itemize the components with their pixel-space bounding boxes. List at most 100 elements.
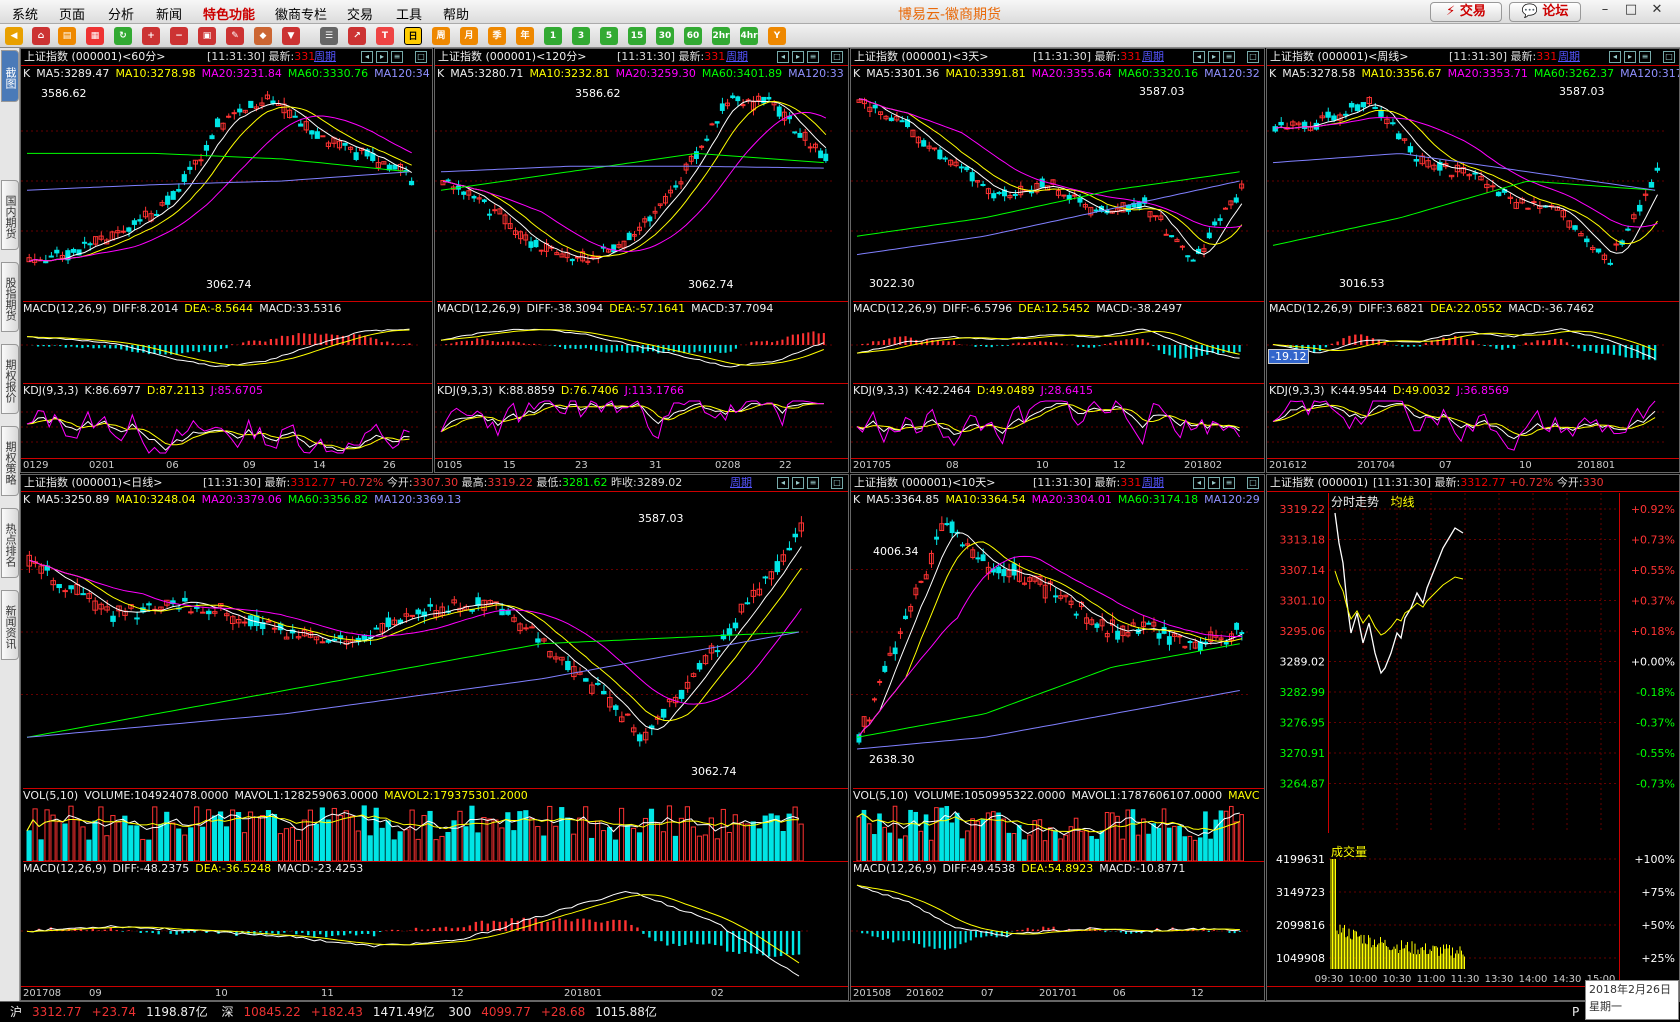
kdj-plot[interactable] (851, 397, 1251, 457)
sidebar-tab-screenshot[interactable]: 截图 (1, 50, 19, 102)
maximize-panel-icon[interactable]: □ (1247, 477, 1259, 489)
period-year-button[interactable]: 年 (516, 27, 534, 45)
pin-icon[interactable]: ▼ (282, 27, 300, 45)
kline-plot[interactable] (21, 81, 421, 281)
refresh-icon[interactable]: ↻ (114, 27, 132, 45)
macd-plot[interactable] (21, 315, 421, 375)
prev-window-icon[interactable]: ◂ (1609, 51, 1621, 63)
copy-window-icon[interactable]: ≡ (807, 477, 819, 489)
menu-help[interactable]: 帮助 (443, 4, 469, 23)
zoom-in-icon[interactable]: + (142, 27, 160, 45)
macd-plot[interactable] (851, 875, 1251, 987)
chart-panel-60min[interactable]: 上证指数 (000001)<60分> [11:31:30] 最新:331 周期 … (20, 48, 433, 473)
copy-window-icon[interactable]: ≡ (807, 51, 819, 63)
period-quarter-button[interactable]: 季 (488, 27, 506, 45)
period-link[interactable]: 周期 (314, 49, 336, 65)
macd-plot[interactable] (1267, 315, 1667, 375)
next-window-icon[interactable]: ▸ (792, 477, 804, 489)
chart-panel-weekly[interactable]: 上证指数 (000001)<周线> [11:31:30] 最新:331 周期 ◂… (1266, 48, 1680, 473)
menu-hs-column[interactable]: 徽商专栏 (275, 4, 327, 23)
maximize-panel-icon[interactable]: □ (1663, 51, 1675, 63)
table-icon[interactable]: ☰ (320, 27, 338, 45)
next-window-icon[interactable]: ▸ (1624, 51, 1636, 63)
period-2hr-button[interactable]: 2hr (712, 27, 730, 45)
book-icon[interactable]: ▤ (58, 27, 76, 45)
intraday-volume-plot[interactable]: 4199631 +100% 3149723 +75% 2099816 +50% 104990… (1267, 843, 1680, 983)
prev-window-icon[interactable]: ◂ (777, 477, 789, 489)
macd-plot[interactable] (435, 315, 835, 375)
chart-panel-intraday[interactable]: 上证指数 (000001) [11:31:30] 最新:3312.77 +0.7… (1266, 474, 1680, 1001)
menu-tools[interactable]: 工具 (396, 4, 422, 23)
period-3m-button[interactable]: 3 (572, 27, 590, 45)
back-icon[interactable]: ◀ (5, 27, 23, 45)
chart-panel-3day[interactable]: 上证指数 (000001)<3天> [11:31:30] 最新:331 周期 ◂… (850, 48, 1265, 473)
copy-window-icon[interactable]: ≡ (1639, 51, 1651, 63)
chart-panel-daily[interactable]: 上证指数 (000001)<日线> [11:31:30] 最新:3312.77 … (20, 474, 849, 1001)
tick-icon[interactable]: T (376, 27, 394, 45)
period-custom-button[interactable]: Y (768, 27, 786, 45)
draw-icon[interactable]: ◆ (254, 27, 272, 45)
sidebar-tab-news[interactable]: 新闻资讯 (1, 590, 19, 660)
kdj-plot[interactable] (1267, 397, 1667, 457)
sidebar-tab-domestic-futures[interactable]: 国内期货 (1, 180, 19, 250)
prev-window-icon[interactable]: ◂ (777, 51, 789, 63)
prev-window-icon[interactable]: ◂ (1193, 477, 1205, 489)
copy-window-icon[interactable]: ≡ (391, 51, 403, 63)
next-window-icon[interactable]: ▸ (1208, 477, 1220, 489)
close-icon[interactable]: ✕ (1646, 2, 1668, 20)
period-week-button[interactable]: 周 (432, 27, 450, 45)
period-day-button[interactable]: 日 (404, 27, 422, 45)
prev-window-icon[interactable]: ◂ (1193, 51, 1205, 63)
volume-plot[interactable] (851, 803, 1251, 861)
maximize-panel-icon[interactable]: □ (831, 477, 843, 489)
period-link[interactable]: 周期 (1142, 475, 1164, 491)
copy-window-icon[interactable]: ≡ (1223, 477, 1235, 489)
sidebar-tab-option-quotes[interactable]: 期权报价 (1, 344, 19, 414)
sidebar-tab-index-futures[interactable]: 股指期货 (1, 262, 19, 332)
period-15m-button[interactable]: 15 (628, 27, 646, 45)
macd-plot[interactable] (21, 875, 811, 987)
menu-system[interactable]: 系统 (12, 4, 38, 23)
chart-panel-120min[interactable]: 上证指数 (000001)<120分> [11:31:30] 最新:331 周期… (434, 48, 849, 473)
maximize-panel-icon[interactable]: □ (415, 51, 427, 63)
menu-analysis[interactable]: 分析 (108, 4, 134, 23)
pen-icon[interactable]: ✎ (226, 27, 244, 45)
menu-news[interactable]: 新闻 (156, 4, 182, 23)
kdj-plot[interactable] (21, 397, 421, 457)
trade-button[interactable]: ⚡ 交易 (1430, 2, 1502, 22)
period-link[interactable]: 周期 (1558, 49, 1580, 65)
sidebar-tab-option-strategy[interactable]: 期权策略 (1, 426, 19, 496)
next-window-icon[interactable]: ▸ (1208, 51, 1220, 63)
menu-page[interactable]: 页面 (59, 4, 85, 23)
prev-window-icon[interactable]: ◂ (361, 51, 373, 63)
chart-icon[interactable]: ↗ (348, 27, 366, 45)
menu-trade[interactable]: 交易 (347, 4, 373, 23)
intraday-plot[interactable]: 3319.22 +0.92% 3313.18 +0.73% 3307.14 +0.55% 3… (1267, 493, 1680, 833)
maximize-icon[interactable]: □ (1620, 2, 1642, 20)
period-30m-button[interactable]: 30 (656, 27, 674, 45)
sidebar-tab-hot-rank[interactable]: 热点排名 (1, 508, 19, 578)
period-link[interactable]: 周期 (1142, 49, 1164, 65)
period-month-button[interactable]: 月 (460, 27, 478, 45)
next-window-icon[interactable]: ▸ (792, 51, 804, 63)
volume-plot[interactable] (21, 803, 811, 861)
maximize-panel-icon[interactable]: □ (831, 51, 843, 63)
kline-plot[interactable] (1267, 81, 1667, 281)
period-link[interactable]: 周期 (726, 49, 748, 65)
macd-plot[interactable] (851, 315, 1251, 375)
chart-panel-10day[interactable]: 上证指数 (000001)<10天> [11:31:30] 最新:331 周期 … (850, 474, 1265, 1001)
copy-window-icon[interactable]: ≡ (1223, 51, 1235, 63)
forum-button[interactable]: 💬 论坛 (1509, 2, 1581, 22)
period-60m-button[interactable]: 60 (684, 27, 702, 45)
maximize-panel-icon[interactable]: □ (1247, 51, 1259, 63)
page-icon[interactable]: ▣ (198, 27, 216, 45)
period-5m-button[interactable]: 5 (600, 27, 618, 45)
next-window-icon[interactable]: ▸ (376, 51, 388, 63)
minimize-icon[interactable]: – (1594, 2, 1616, 20)
period-link[interactable]: 周期 (730, 475, 752, 491)
home-icon[interactable]: ⌂ (32, 27, 50, 45)
menu-features[interactable]: 特色功能 (203, 4, 255, 23)
kline-plot[interactable] (21, 507, 811, 757)
kdj-plot[interactable] (435, 397, 835, 457)
kline-plot[interactable] (851, 81, 1251, 281)
